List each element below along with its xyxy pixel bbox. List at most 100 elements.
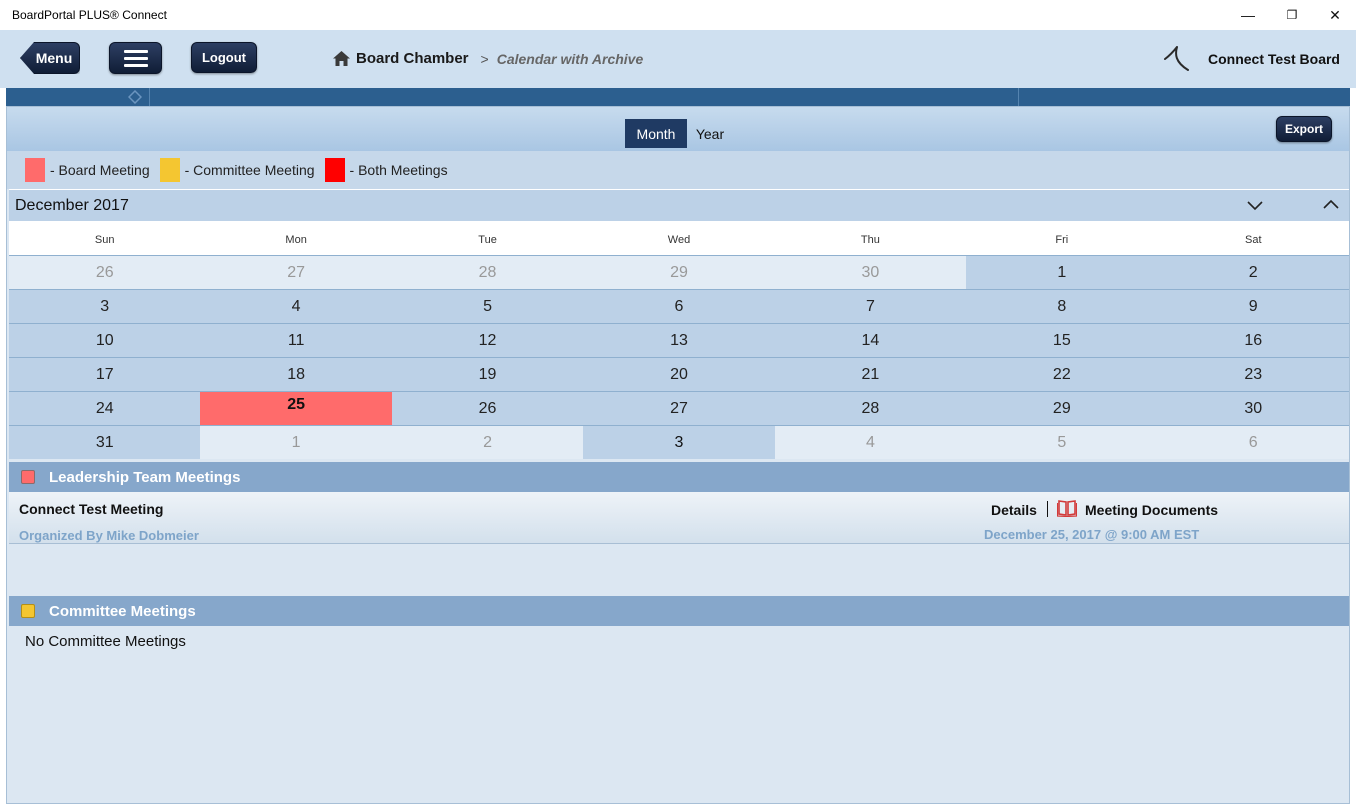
calendar-day[interactable]: 18 xyxy=(200,358,392,391)
calendar-day[interactable]: 10 xyxy=(9,324,201,357)
calendar-week: 26 27 28 29 30 1 2 xyxy=(9,255,1349,289)
logout-button[interactable]: Logout xyxy=(191,42,257,73)
legend-committee-label: - Committee Meeting xyxy=(184,162,315,178)
calendar-week: 17 18 19 20 21 22 23 xyxy=(9,357,1349,391)
calendar-week: 3 4 5 6 7 8 9 xyxy=(9,289,1349,323)
calendar-day[interactable]: 27 xyxy=(200,256,392,289)
diamond-icon xyxy=(128,90,142,104)
legend-both-label: - Both Meetings xyxy=(349,162,448,178)
calendar-week: 24 25 26 27 28 29 30 xyxy=(9,391,1349,425)
board-name[interactable]: Connect Test Board xyxy=(1208,51,1340,67)
calendar-day[interactable]: 22 xyxy=(966,358,1158,391)
calendar-day[interactable]: 30 xyxy=(1157,392,1349,425)
calendar-day[interactable]: 28 xyxy=(391,256,584,289)
hamburger-icon xyxy=(123,49,148,53)
restore-icon: ❐ xyxy=(1286,8,1298,22)
nav-strip xyxy=(6,88,1350,106)
calendar-day[interactable]: 31 xyxy=(9,426,201,459)
calendar-day[interactable]: 9 xyxy=(1157,290,1349,323)
calendar-day[interactable]: 28 xyxy=(774,392,967,425)
calendar-day[interactable]: 20 xyxy=(583,358,775,391)
calendar-day[interactable]: 23 xyxy=(1157,358,1349,391)
calendar-day[interactable]: 27 xyxy=(583,392,775,425)
tab-month[interactable]: Month xyxy=(625,119,687,148)
restore-button[interactable]: ❐ xyxy=(1270,0,1314,30)
calendar-day[interactable]: 29 xyxy=(966,392,1158,425)
breadcrumb: Board Chamber > Calendar with Archive xyxy=(333,50,643,67)
committee-section-header: Committee Meetings xyxy=(9,596,1349,626)
calendar-day[interactable]: 4 xyxy=(774,426,967,459)
minimize-button[interactable]: — xyxy=(1226,0,1270,30)
hamburger-button[interactable] xyxy=(109,42,162,74)
weekday-label: Sat xyxy=(1244,234,1262,246)
committee-meeting-square-icon xyxy=(21,604,35,618)
breadcrumb-current: Calendar with Archive xyxy=(496,50,644,67)
calendar-day[interactable]: 24 xyxy=(9,392,201,425)
calendar-day[interactable]: 5 xyxy=(391,290,584,323)
calendar-day[interactable]: 15 xyxy=(966,324,1158,357)
calendar-day[interactable]: 4 xyxy=(200,290,392,323)
menu-button[interactable]: Menu xyxy=(20,42,80,74)
calendar-day[interactable]: 19 xyxy=(391,358,584,391)
chevron-down-icon[interactable] xyxy=(1246,196,1264,214)
window-titlebar: BoardPortal PLUS® Connect — ❐ ✕ xyxy=(0,0,1356,30)
calendar-day[interactable]: 1 xyxy=(966,256,1158,289)
calendar-day[interactable]: 26 xyxy=(9,256,201,289)
weekday-label: Thu xyxy=(860,234,880,246)
calendar-day[interactable]: 5 xyxy=(966,426,1158,459)
breadcrumb-root[interactable]: Board Chamber xyxy=(356,50,469,67)
board-meeting-square-icon xyxy=(21,470,35,484)
calendar-day[interactable]: 6 xyxy=(1157,426,1349,459)
calendar-week: 31 1 2 3 4 5 6 xyxy=(9,425,1349,459)
book-icon[interactable] xyxy=(1057,499,1077,517)
calendar-day[interactable]: 26 xyxy=(391,392,584,425)
calendar-day[interactable]: 14 xyxy=(774,324,967,357)
committee-section-title: Committee Meetings xyxy=(49,602,196,620)
calendar-grid: 26 27 28 29 30 1 2 3 4 5 6 7 8 9 10 11 1… xyxy=(9,255,1349,459)
weekday-label: Wed xyxy=(667,234,691,246)
no-committee-text: No Committee Meetings xyxy=(25,633,186,650)
meeting-name[interactable]: Connect Test Meeting xyxy=(19,501,163,517)
calendar-week: 10 11 12 13 14 15 16 xyxy=(9,323,1349,357)
calendar-day[interactable]: 2 xyxy=(1157,256,1349,289)
calendar-day[interactable]: 8 xyxy=(966,290,1158,323)
legend-committee-swatch xyxy=(159,158,180,182)
legend-board-swatch xyxy=(25,158,45,182)
calendar-day[interactable]: 11 xyxy=(200,324,392,357)
minimize-icon: — xyxy=(1241,7,1255,23)
calendar-day[interactable]: 1 xyxy=(200,426,392,459)
view-toolbar: Month Year Export xyxy=(7,107,1349,151)
chevron-up-icon[interactable] xyxy=(1322,196,1340,214)
meeting-list-item: Connect Test Meeting Organized By Mike D… xyxy=(9,492,1349,544)
calendar-day[interactable]: 3 xyxy=(9,290,201,323)
board-logo-icon xyxy=(1164,46,1189,71)
leadership-section-title: Leadership Team Meetings xyxy=(49,468,241,486)
calendar-day-board-meeting[interactable]: 25 xyxy=(200,392,392,425)
calendar-day[interactable]: 13 xyxy=(583,324,775,357)
calendar-day[interactable]: 16 xyxy=(1157,324,1349,357)
calendar-day[interactable]: 21 xyxy=(774,358,967,391)
calendar-day[interactable]: 29 xyxy=(583,256,775,289)
calendar-day[interactable]: 17 xyxy=(9,358,201,391)
legend: - Board Meeting - Committee Meeting - Bo… xyxy=(7,151,1349,189)
close-button[interactable]: ✕ xyxy=(1313,0,1356,30)
calendar-day[interactable]: 30 xyxy=(774,256,967,289)
window-title: BoardPortal PLUS® Connect xyxy=(12,8,167,22)
calendar-day[interactable]: 7 xyxy=(774,290,967,323)
home-icon[interactable] xyxy=(333,51,350,66)
calendar-day[interactable]: 6 xyxy=(583,290,775,323)
calendar-day-highlighted[interactable]: 3 xyxy=(583,426,775,459)
details-link[interactable]: Details xyxy=(991,502,1037,518)
month-title: December 2017 xyxy=(15,197,129,214)
calendar-day[interactable]: 12 xyxy=(391,324,584,357)
meeting-documents-link[interactable]: Meeting Documents xyxy=(1085,502,1218,518)
calendar-panel: Month Year Export - Board Meeting - Comm… xyxy=(6,106,1350,804)
meeting-organizer: Organized By Mike Dobmeier xyxy=(19,528,199,543)
tab-year[interactable]: Year xyxy=(689,119,731,148)
weekday-label: Mon xyxy=(285,234,307,246)
export-button[interactable]: Export xyxy=(1276,116,1332,142)
weekday-label: Fri xyxy=(1055,234,1069,246)
chevron-right-icon: > xyxy=(480,50,489,67)
calendar-day[interactable]: 2 xyxy=(391,426,584,459)
close-icon: ✕ xyxy=(1329,6,1341,23)
